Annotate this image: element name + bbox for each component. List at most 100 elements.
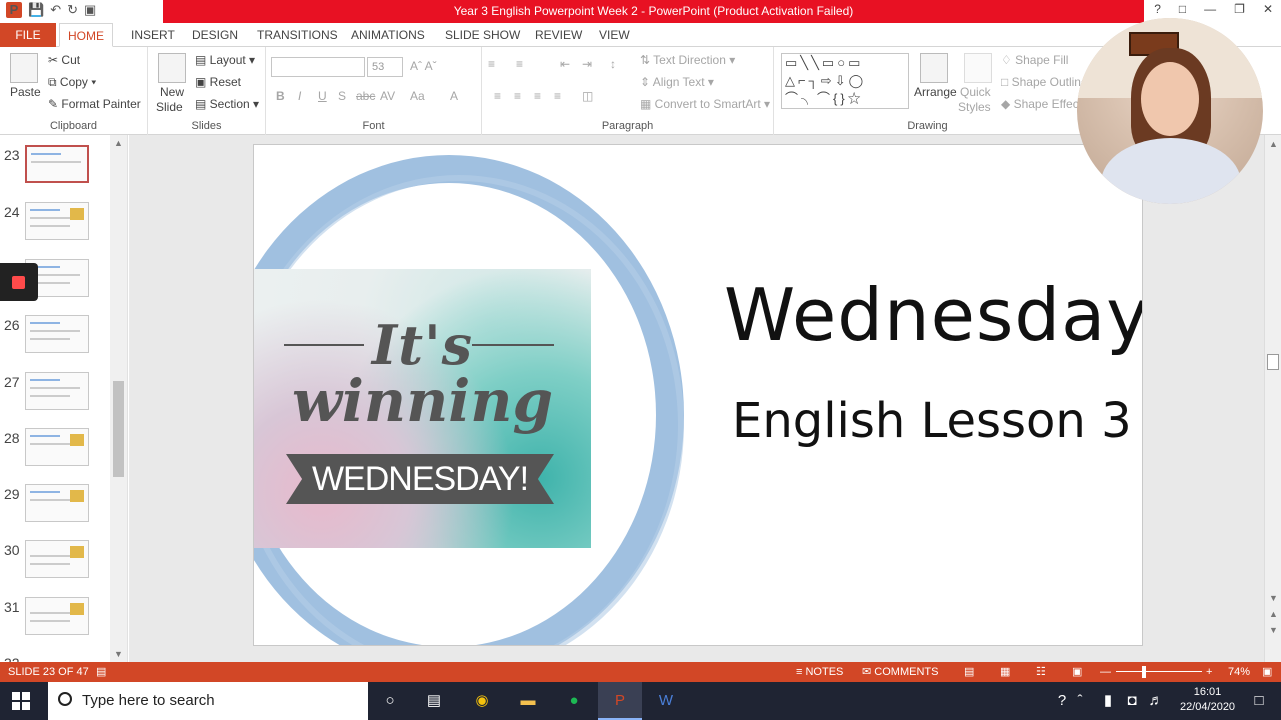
file-explorer-icon[interactable]: ▬ xyxy=(506,682,550,720)
numbering-icon[interactable]: ≡ xyxy=(516,57,523,71)
font-size-field[interactable]: 53 xyxy=(367,57,403,77)
slide-sorter-icon[interactable]: ▦ xyxy=(1000,662,1010,682)
align-text-button[interactable]: ⇕ Align Text ▾ xyxy=(640,75,714,89)
volume-icon[interactable]: ♬ xyxy=(1144,682,1168,720)
close-icon[interactable]: ✕ xyxy=(1263,2,1273,16)
taskbar-search-box[interactable]: Type here to search xyxy=(48,682,368,720)
slideshow-view-icon[interactable]: ▣ xyxy=(1072,662,1082,682)
thumbnail-item[interactable]: 24 xyxy=(0,202,110,258)
convert-smartart-button[interactable]: ▦ Convert to SmartArt ▾ xyxy=(640,97,770,111)
decrease-indent-icon[interactable]: ⇤ xyxy=(560,57,570,71)
tray-expand-icon[interactable]: ˆ xyxy=(1070,682,1090,720)
justify-icon[interactable]: ≡ xyxy=(554,89,561,103)
thumbnail-item[interactable]: 29 xyxy=(0,484,110,540)
battery-icon[interactable]: ▮ xyxy=(1096,682,1120,720)
scroll-up-icon[interactable]: ▲ xyxy=(1269,139,1278,149)
system-clock[interactable]: 16:01 22/04/2020 xyxy=(1180,685,1235,715)
thumbnail-image[interactable] xyxy=(25,597,89,635)
new-slide-icon[interactable] xyxy=(158,53,186,83)
tab-file[interactable]: FILE xyxy=(0,23,56,47)
thumbnail-item[interactable]: 27 xyxy=(0,372,110,428)
slide-title[interactable]: Wednesday xyxy=(724,273,1142,357)
grow-font-icon[interactable]: Aˆ Aˇ xyxy=(410,59,437,73)
slide-canvas[interactable]: It's winning WEDNESDAY! Wednesday Englis… xyxy=(253,144,1143,646)
thumbnail-image[interactable] xyxy=(25,484,89,522)
thumbnail-item[interactable]: 26 xyxy=(0,315,110,371)
shapes-gallery[interactable]: ▭╲╲▭○▭ △⌐┐⇨⇩◯ ⌒╮⌒{}☆ xyxy=(781,53,909,109)
spacing-icon[interactable]: AV xyxy=(380,89,395,103)
restore-icon[interactable]: ❐ xyxy=(1234,2,1245,16)
align-left-icon[interactable]: ≡ xyxy=(494,89,501,103)
shape-outline-button[interactable]: □ Shape Outline xyxy=(1001,75,1088,89)
next-slide-icon[interactable]: ▼ xyxy=(1269,625,1278,635)
format-painter-button[interactable]: ✎ Format Painter xyxy=(48,97,141,111)
save-icon[interactable]: 💾 xyxy=(28,2,44,18)
windows-start-icon[interactable] xyxy=(12,692,30,710)
scroll-down-icon[interactable]: ▼ xyxy=(1269,593,1278,603)
zoom-slider-thumb[interactable] xyxy=(1142,666,1146,678)
ribbon-options-icon[interactable]: □ xyxy=(1179,2,1186,16)
reset-button[interactable]: ▣ Reset xyxy=(195,75,241,89)
cut-button[interactable]: ✂ Cut xyxy=(48,53,80,67)
new-slide-label-2[interactable]: Slide xyxy=(156,100,183,114)
italic-icon[interactable]: I xyxy=(298,89,301,103)
notifications-icon[interactable]: □ xyxy=(1237,682,1281,720)
layout-button[interactable]: ▤ Layout ▾ xyxy=(195,53,255,67)
spotify-icon[interactable]: ● xyxy=(552,682,596,720)
thumbnail-item[interactable]: 31 xyxy=(0,597,110,653)
quick-styles-icon[interactable] xyxy=(964,53,992,83)
tab-view[interactable]: VIEW xyxy=(591,23,638,47)
tab-transitions[interactable]: TRANSITIONS xyxy=(249,23,346,47)
spellcheck-icon[interactable]: ▤ xyxy=(96,662,106,682)
shape-effects-button[interactable]: ◆ Shape Effects xyxy=(1001,97,1088,111)
align-right-icon[interactable]: ≡ xyxy=(534,89,541,103)
styles-label[interactable]: Styles xyxy=(958,100,991,114)
thumbnail-item[interactable]: 28 xyxy=(0,428,110,484)
bullets-icon[interactable]: ≡ xyxy=(488,57,495,71)
zoom-out-icon[interactable]: — xyxy=(1100,662,1111,682)
cortana-icon[interactable]: ○ xyxy=(368,682,412,720)
align-center-icon[interactable]: ≡ xyxy=(514,89,521,103)
tab-insert[interactable]: INSERT xyxy=(123,23,183,47)
thumbnail-image[interactable] xyxy=(25,315,89,353)
change-case-icon[interactable]: Aa xyxy=(410,89,425,103)
help-icon[interactable]: ? xyxy=(1154,2,1161,16)
thumbnail-image[interactable] xyxy=(25,428,89,466)
undo-icon[interactable]: ↶ xyxy=(50,2,61,18)
editor-scrollbar[interactable]: ▲ ▼ ▲ ▼ xyxy=(1264,135,1281,662)
section-button[interactable]: ▤ Section ▾ xyxy=(195,97,259,111)
text-direction-button[interactable]: ⇅ Text Direction ▾ xyxy=(640,53,735,67)
thumbnail-image[interactable] xyxy=(25,540,89,578)
reading-view-icon[interactable]: ☷ xyxy=(1036,662,1046,682)
task-view-icon[interactable]: ▤ xyxy=(412,682,456,720)
tab-home[interactable]: HOME xyxy=(59,23,113,47)
zoom-level[interactable]: 74% xyxy=(1228,662,1250,682)
thumbnail-image[interactable] xyxy=(25,202,89,240)
chrome-icon[interactable]: ◉ xyxy=(460,682,504,720)
paste-button[interactable]: Paste xyxy=(10,85,41,99)
thumbnail-image[interactable] xyxy=(25,145,89,183)
word-taskbar-icon[interactable]: W xyxy=(644,682,688,720)
tab-review[interactable]: REVIEW xyxy=(527,23,590,47)
shape-fill-button[interactable]: ♢ Shape Fill xyxy=(1001,53,1068,67)
zoom-in-icon[interactable]: + xyxy=(1206,662,1212,682)
scroll-up-icon[interactable]: ▲ xyxy=(114,138,123,148)
fit-slide-icon[interactable]: ▣ xyxy=(1262,662,1272,682)
line-spacing-icon[interactable]: ↕ xyxy=(610,57,616,71)
zoom-slider[interactable] xyxy=(1116,671,1202,672)
arrange-button[interactable]: Arrange xyxy=(914,85,957,99)
tab-design[interactable]: DESIGN xyxy=(184,23,246,47)
thumbnail-item[interactable]: 32 xyxy=(0,653,110,662)
redo-icon[interactable]: ↻ xyxy=(67,2,78,18)
strikethrough-icon[interactable]: abc xyxy=(356,89,375,103)
thumbnail-item[interactable]: 23 xyxy=(0,145,110,201)
minimize-icon[interactable]: — xyxy=(1204,2,1216,16)
notes-button[interactable]: ≡ NOTES xyxy=(796,662,843,682)
comments-button[interactable]: ✉ COMMENTS xyxy=(862,662,938,682)
increase-indent-icon[interactable]: ⇥ xyxy=(582,57,592,71)
its-winning-wednesday-image[interactable]: It's winning WEDNESDAY! xyxy=(254,269,591,548)
wifi-icon[interactable]: ◘ xyxy=(1120,682,1144,720)
shadow-icon[interactable]: S xyxy=(338,89,346,103)
font-name-field[interactable] xyxy=(271,57,365,77)
bold-icon[interactable]: B xyxy=(276,89,285,103)
